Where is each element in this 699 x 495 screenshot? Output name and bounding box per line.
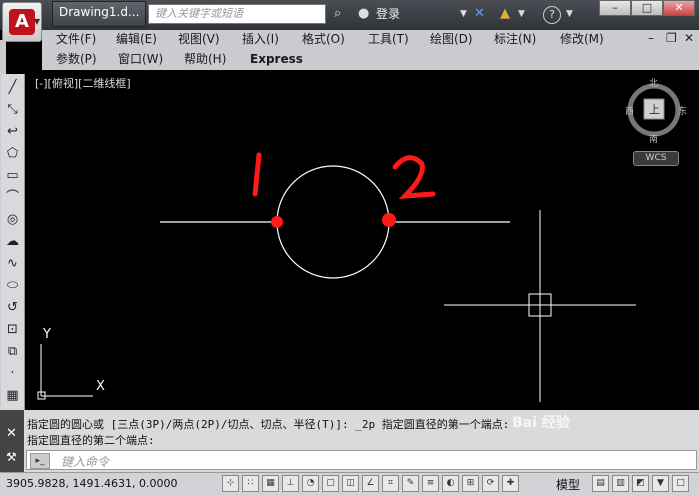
polyline-icon[interactable]: ↩ [3, 122, 22, 141]
menu-help[interactable]: 帮助(H) [184, 51, 226, 67]
insert-block-icon[interactable]: ⊡ [3, 320, 22, 339]
minimize-button[interactable]: – [599, 0, 631, 16]
compass-west[interactable]: 西 [625, 104, 634, 117]
compass-south[interactable]: 南 [649, 132, 658, 145]
menu-parametric[interactable]: 参数(P) [56, 51, 97, 67]
ellipse-arc-icon[interactable]: ↺ [3, 298, 22, 317]
layout-icon[interactable]: ▤ [592, 475, 609, 492]
exchange-icon[interactable]: ✕ [474, 5, 485, 23]
make-block-icon[interactable]: ⧉ [3, 342, 22, 361]
application-menu-button[interactable]: A ▼ [2, 2, 42, 42]
draw-toolbar: ╱ ⤡ ↩ ⬠ ▭ ⌒ ◎ ☁ ∿ ⬭ ↺ ⊡ ⧉ · ▦ [1, 74, 25, 410]
selection-cycling-icon[interactable]: ⟳ [482, 475, 499, 492]
ucs-x-label: X [96, 379, 105, 394]
doc-restore-button[interactable]: ❐ [666, 31, 677, 45]
chevron-down-icon[interactable]: ▼ [518, 5, 525, 23]
drawing-canvas[interactable]: [-][俯视][二维线框] Y X 上 北 南 东 西 WCS [27, 72, 699, 410]
compass-north[interactable]: 北 [649, 76, 658, 89]
user-icon[interactable]: ● [358, 5, 369, 23]
endpoint-marker-2 [382, 213, 396, 227]
coordinates-readout[interactable]: 3905.9828, 1491.4631, 0.0000 [6, 477, 177, 490]
command-history-line-2: 指定圆直径的第二个端点: [27, 434, 155, 447]
endpoint-marker-1 [271, 216, 283, 228]
chevron-down-icon: ▼ [33, 17, 40, 26]
wcs-menu-button[interactable]: WCS [633, 151, 679, 166]
chevron-down-icon[interactable]: ▼ [460, 5, 467, 23]
menu-express[interactable]: Express [250, 51, 303, 67]
layout-2-icon[interactable]: ▥ [612, 475, 629, 492]
binoculars-icon[interactable]: ⌕ [334, 5, 341, 23]
object-snap-icon[interactable]: ▢ [322, 475, 339, 492]
app-store-icon[interactable]: ▲ [500, 5, 510, 23]
help-icon[interactable]: ? [543, 6, 561, 24]
doc-minimize-button[interactable]: – [648, 31, 654, 45]
compass-east[interactable]: 东 [678, 104, 687, 117]
construction-line-icon[interactable]: ⤡ [3, 100, 22, 119]
command-line-handle[interactable]: ✕ ⚒ [0, 410, 24, 472]
menu-insert[interactable]: 插入(I) [242, 31, 279, 47]
clean-screen-icon[interactable]: □ [672, 475, 689, 492]
command-prompt-icon[interactable]: ▸_ [30, 453, 50, 469]
polar-tracking-icon[interactable]: ◔ [302, 475, 319, 492]
infer-constraints-icon[interactable]: ⊹ [222, 475, 239, 492]
ortho-mode-icon[interactable]: ⊥ [282, 475, 299, 492]
quick-view-icon[interactable]: ◩ [632, 475, 649, 492]
watermark-logo: Bai 经验 [512, 415, 570, 431]
close-button[interactable]: ✕ [663, 0, 695, 16]
grid-display-icon[interactable]: ▦ [262, 475, 279, 492]
ucs-y-label: Y [43, 327, 51, 342]
command-history-line-1: 指定圆的圆心或 [三点(3P)/两点(2P)/切点、切点、半径(T)]: _2p… [27, 418, 510, 431]
menu-window[interactable]: 窗口(W) [118, 51, 163, 67]
doc-close-button[interactable]: ✕ [684, 31, 694, 45]
annotation-monitor-icon[interactable]: ✚ [502, 475, 519, 492]
menu-dimension[interactable]: 标注(N) [494, 31, 536, 47]
maximize-button[interactable]: □ [631, 0, 663, 16]
menu-view[interactable]: 视图(V) [178, 31, 220, 47]
revision-cloud-icon[interactable]: ☁ [3, 232, 22, 251]
snap-mode-icon[interactable]: ∷ [242, 475, 259, 492]
menu-tools[interactable]: 工具(T) [368, 31, 409, 47]
hatch-icon[interactable]: ▦ [3, 386, 22, 405]
viewcube-face-label[interactable]: 上 [649, 101, 660, 117]
wrench-icon[interactable]: ⚒ [6, 450, 17, 464]
menu-bar: 文件(F) 编辑(E) 视图(V) 插入(I) 格式(O) 工具(T) 绘图(D… [42, 30, 699, 70]
chevron-down-icon[interactable]: ▼ [566, 5, 573, 23]
annotation-two-stroke [392, 155, 436, 199]
search-input[interactable]: 键入关键字或短语 [148, 4, 326, 24]
rectangle-icon[interactable]: ▭ [3, 166, 22, 185]
quick-properties-icon[interactable]: ⊞ [462, 475, 479, 492]
lineweight-icon[interactable]: ≡ [422, 475, 439, 492]
object-snap-tracking-icon[interactable]: ∠ [362, 475, 379, 492]
model-space-button[interactable]: 模型 [556, 476, 580, 493]
drawing-svg [37, 83, 681, 402]
close-icon[interactable]: ✕ [6, 426, 17, 441]
line-tool-icon[interactable]: ╱ [3, 78, 22, 97]
transparency-icon[interactable]: ◐ [442, 475, 459, 492]
arc-icon[interactable]: ⌒ [3, 188, 22, 207]
status-bar: 3905.9828, 1491.4631, 0.0000 ⊹ ∷ ▦ ⊥ ◔ ▢… [0, 472, 699, 495]
dynamic-input-icon[interactable]: ✎ [402, 475, 419, 492]
menu-draw[interactable]: 绘图(D) [430, 31, 473, 47]
dynamic-ucs-icon[interactable]: ⌗ [382, 475, 399, 492]
ellipse-icon[interactable]: ⬭ [3, 276, 22, 295]
menu-file[interactable]: 文件(F) [56, 31, 96, 47]
document-tab[interactable]: Drawing1.d... [52, 1, 146, 27]
annotation-one-stroke [252, 152, 262, 197]
pan-icon[interactable]: ▼ [652, 475, 669, 492]
spline-icon[interactable]: ∿ [3, 254, 22, 273]
3d-object-snap-icon[interactable]: ◫ [342, 475, 359, 492]
circle-icon[interactable]: ◎ [3, 210, 22, 229]
login-link[interactable]: 登录 [376, 5, 400, 23]
autocad-logo-icon: A [9, 9, 35, 35]
polygon-icon[interactable]: ⬠ [3, 144, 22, 163]
title-bar: A ▼ Drawing1.d... 键入关键字或短语 ⌕ ● 登录 ▼ ✕ ▲ … [0, 0, 699, 42]
watermark-text: cadbe12 [560, 452, 612, 466]
menu-modify[interactable]: 修改(M) [560, 31, 604, 47]
point-icon[interactable]: · [3, 364, 22, 383]
menu-format[interactable]: 格式(O) [302, 31, 345, 47]
drawn-circle [276, 165, 390, 279]
command-placeholder: 键入命令 [61, 455, 110, 469]
menu-edit[interactable]: 编辑(E) [116, 31, 157, 47]
